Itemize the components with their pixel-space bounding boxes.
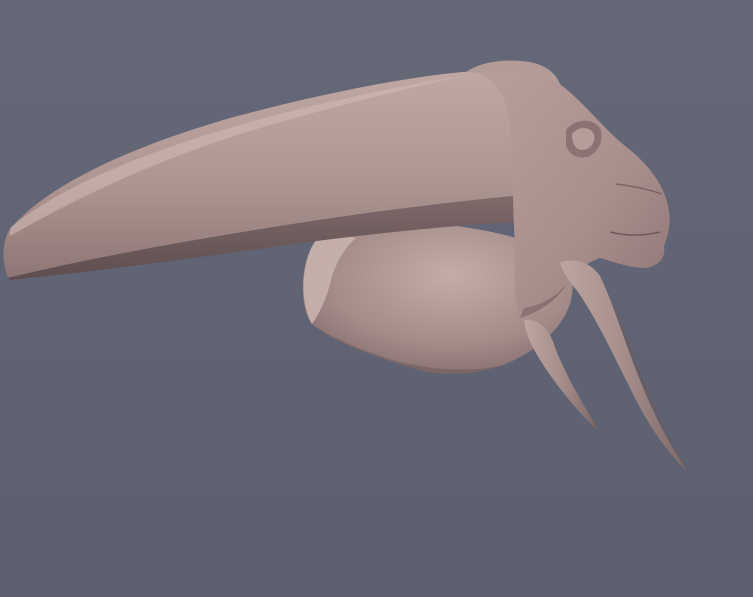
model-front-tusk: [560, 260, 688, 472]
3d-viewport[interactable]: [0, 0, 753, 597]
rendered-model-canvas: [3, 60, 688, 472]
model-rear-tusk: [524, 319, 598, 430]
